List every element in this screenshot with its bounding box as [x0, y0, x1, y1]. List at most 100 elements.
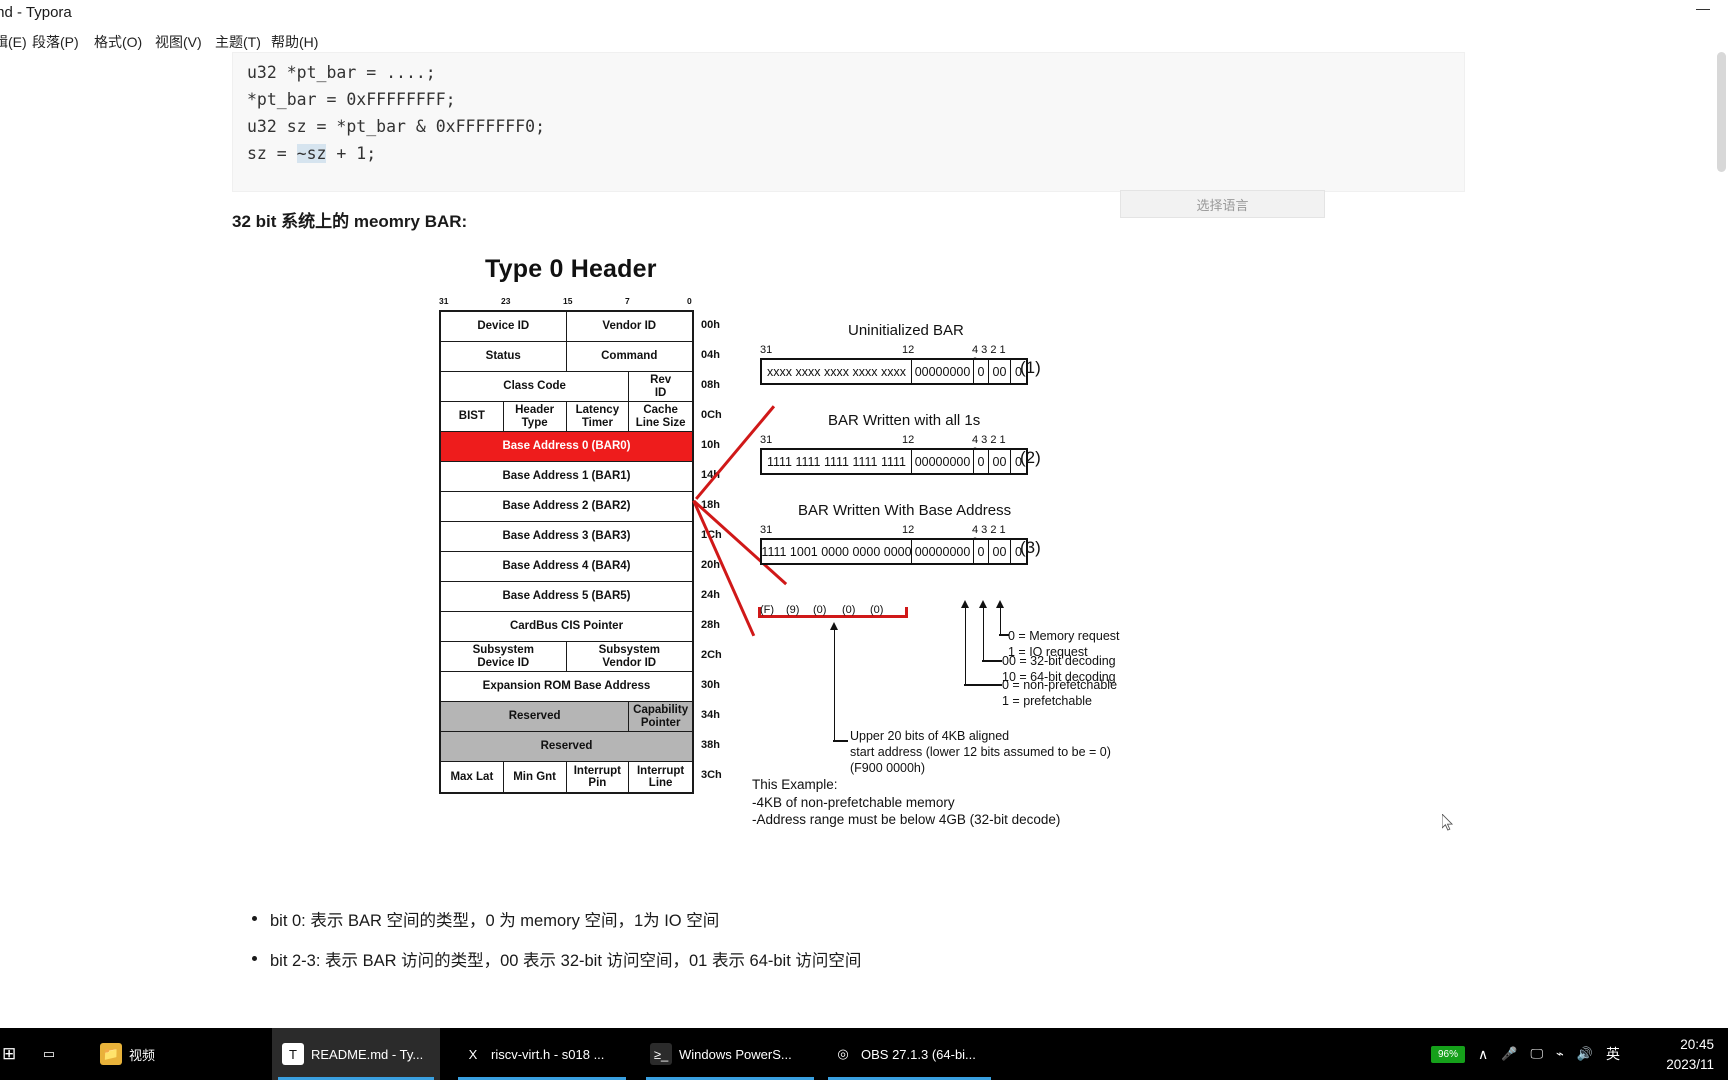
taskbar-item-label: riscv-virt.h - s018 ...: [491, 1046, 605, 1062]
menu-item-0[interactable]: 辑(E): [0, 32, 27, 52]
volume-icon[interactable]: 🔊: [1577, 1046, 1593, 1062]
code-highlight: ~sz: [296, 144, 327, 163]
header-cell: Base Address 3 (BAR3): [502, 530, 631, 543]
header-cell: Reserved: [441, 702, 630, 731]
ime-indicator[interactable]: 英: [1606, 1044, 1620, 1064]
menu-item-1[interactable]: 段落(P): [32, 32, 79, 52]
header-row-38h: Reserved: [441, 732, 692, 762]
bar-field: xxxx xxxx xxxx xxxx xxxx: [762, 360, 912, 383]
header-cell: CardBus CIS Pointer: [509, 620, 624, 633]
leader-bit21: [982, 608, 985, 662]
system-tray[interactable]: 96% ∧ 🎤 🖵 ⌁ 🔊 英: [1431, 1028, 1620, 1080]
header-cell: BIST: [441, 402, 504, 431]
header-cell: Status: [441, 342, 567, 371]
offset-label-28h: 28h: [701, 619, 720, 631]
bar-field: 1111 1111 1111 1111 1111: [762, 450, 912, 473]
bar-field: 00: [989, 360, 1011, 383]
leader-bit3: [964, 608, 967, 686]
bit-ruler-tick-23: 23: [501, 296, 511, 306]
header-row-10h: Base Address 0 (BAR0): [441, 432, 692, 462]
header-cell: Rev ID: [650, 374, 672, 399]
video-folder-icon: 📁: [100, 1043, 122, 1065]
header-row-1Ch: Base Address 3 (BAR3): [441, 522, 692, 552]
chevron-up-icon[interactable]: ∧: [1478, 1046, 1488, 1063]
start-icon[interactable]: ⊞: [2, 1044, 16, 1064]
header-cell: Cache Line Size: [635, 404, 686, 429]
menu-item-2[interactable]: 格式(O): [94, 32, 142, 52]
header-row-14h: Base Address 1 (BAR1): [441, 462, 692, 492]
header-cell: Base Address 0 (BAR0): [502, 440, 631, 453]
display-icon[interactable]: 🖵: [1530, 1046, 1543, 1062]
document-scrollbar[interactable]: [1715, 52, 1728, 1028]
bar-bit-labels-3: 31124 3 2 1 0: [760, 524, 1008, 548]
bar-field: 0: [974, 540, 989, 563]
battery-badge[interactable]: 96%: [1431, 1045, 1465, 1063]
taskbar-item-typora[interactable]: T README.md - Ty...: [272, 1028, 440, 1080]
taskbar-item-video-folder[interactable]: 📁 视频: [90, 1028, 200, 1080]
bar-bit-labels-2: 31124 3 2 1 0: [760, 434, 1008, 458]
minimize-icon[interactable]: [1696, 9, 1710, 10]
nibble-label: (0): [870, 604, 884, 616]
header-cell: Header Type: [504, 402, 567, 431]
windows-taskbar[interactable]: ⊞ ▭ 📁 视频 T README.md - Ty... Xriscv-virt.h - …: [0, 1028, 1728, 1080]
config-header-table: Device ID Vendor ID Status Command Class Cod…: [439, 310, 694, 794]
bar-field: 1111 1001 0000 0000 0000: [761, 540, 912, 563]
taskbar-item-powershell[interactable]: ≥_ Windows PowerS...: [640, 1028, 820, 1080]
menu-item-3[interactable]: 视图(V): [155, 32, 202, 52]
obs-icon: ◎: [837, 1046, 849, 1061]
language-selector[interactable]: 选择语言: [1120, 190, 1325, 218]
offset-label-3Ch: 3Ch: [701, 769, 722, 781]
header-row-24h: Base Address 5 (BAR5): [441, 582, 692, 612]
bullet-item-1: bit 2-3: 表示 BAR 访问的类型，00 表示 32-bit 访问空间，…: [248, 947, 1348, 971]
bar-bit-label: 12: [902, 524, 915, 536]
bar-title-1: Uninitialized BAR: [848, 322, 964, 339]
bar-title-2: BAR Written with all 1s: [828, 412, 981, 429]
nibble-label: (0): [842, 604, 856, 616]
menubar[interactable]: 辑(E) 段落(P) 格式(O) 视图(V) 主题(T) 帮助(H): [0, 30, 1728, 52]
header-cell: Latency Timer: [567, 402, 630, 431]
header-row-3Ch: Max Lat Min Gnt Interrupt Pin Interrupt Line: [441, 762, 692, 792]
header-cell: Device ID: [441, 312, 567, 341]
bar-field: 00: [989, 540, 1011, 563]
header-row-34h: Reserved Capability Pointer: [441, 702, 692, 732]
nibble-label: (0): [813, 604, 827, 616]
taskbar-item-label: Windows PowerS...: [679, 1046, 792, 1062]
menu-item-5[interactable]: 帮助(H): [271, 32, 318, 52]
document-area: u32 *pt_bar = ....; *pt_bar = 0xFFFFFFFF;…: [0, 52, 1710, 1028]
taskbar-clock[interactable]: 20:45 2023/11: [1666, 1035, 1714, 1076]
taskbar-item-task-view[interactable]: ▭: [28, 1028, 74, 1080]
scrollbar-thumb[interactable]: [1717, 52, 1726, 172]
header-row-0Ch: BIST Header Type Latency Timer Cache Line Size: [441, 402, 692, 432]
bar-bit-label: 31: [760, 524, 773, 536]
code-line-0: u32 *pt_bar = ....;: [247, 63, 436, 82]
taskbar-item-label: 视频: [129, 1047, 156, 1063]
taskbar-item-obs[interactable]: ◎ OBS 27.1.3 (64-bi...: [822, 1028, 997, 1080]
header-cell: Base Address 4 (BAR4): [502, 560, 631, 573]
bit-ruler-tick-31: 31: [439, 296, 449, 306]
wifi-icon[interactable]: ⌁: [1556, 1046, 1564, 1062]
header-row-04h: Status Command: [441, 342, 692, 372]
bit-ruler: 31 23 15 7 0: [439, 296, 694, 310]
typora-icon: T: [282, 1043, 304, 1065]
taskbar-item-vscode[interactable]: Xriscv-virt.h - s018 ...: [452, 1028, 632, 1080]
leader-upper20-h: [833, 740, 848, 742]
window-controls[interactable]: [1668, 0, 1728, 30]
offset-label-0Ch: 0Ch: [701, 409, 722, 421]
bar-field: 0: [974, 450, 989, 473]
header-row-2Ch: Subsystem Device ID Subsystem Vendor ID: [441, 642, 692, 672]
code-block[interactable]: u32 *pt_bar = ....; *pt_bar = 0xFFFFFFFF;…: [232, 52, 1465, 192]
header-cell: Min Gnt: [504, 762, 567, 792]
nibble-label: (F): [760, 604, 775, 616]
offset-label-00h: 00h: [701, 319, 720, 331]
bar-register-3: 1111 1001 0000 0000 0000 00000000 0 00 0: [760, 538, 1028, 565]
bar-bit-label: 12: [902, 344, 915, 356]
bar-bit-labels-1: 31124 3 2 1 0: [760, 344, 1008, 368]
menu-item-4[interactable]: 主题(T): [215, 32, 261, 52]
microphone-icon[interactable]: 🎤: [1501, 1046, 1517, 1062]
header-cell: Interrupt Line: [636, 764, 685, 789]
offset-label-30h: 30h: [701, 679, 720, 691]
bar-field: 00000000: [912, 360, 974, 383]
code-line-3: sz = ~sz + 1;: [247, 144, 377, 163]
header-cell: Subsystem Vendor ID: [598, 644, 660, 669]
arrow-bit3: [961, 600, 969, 608]
